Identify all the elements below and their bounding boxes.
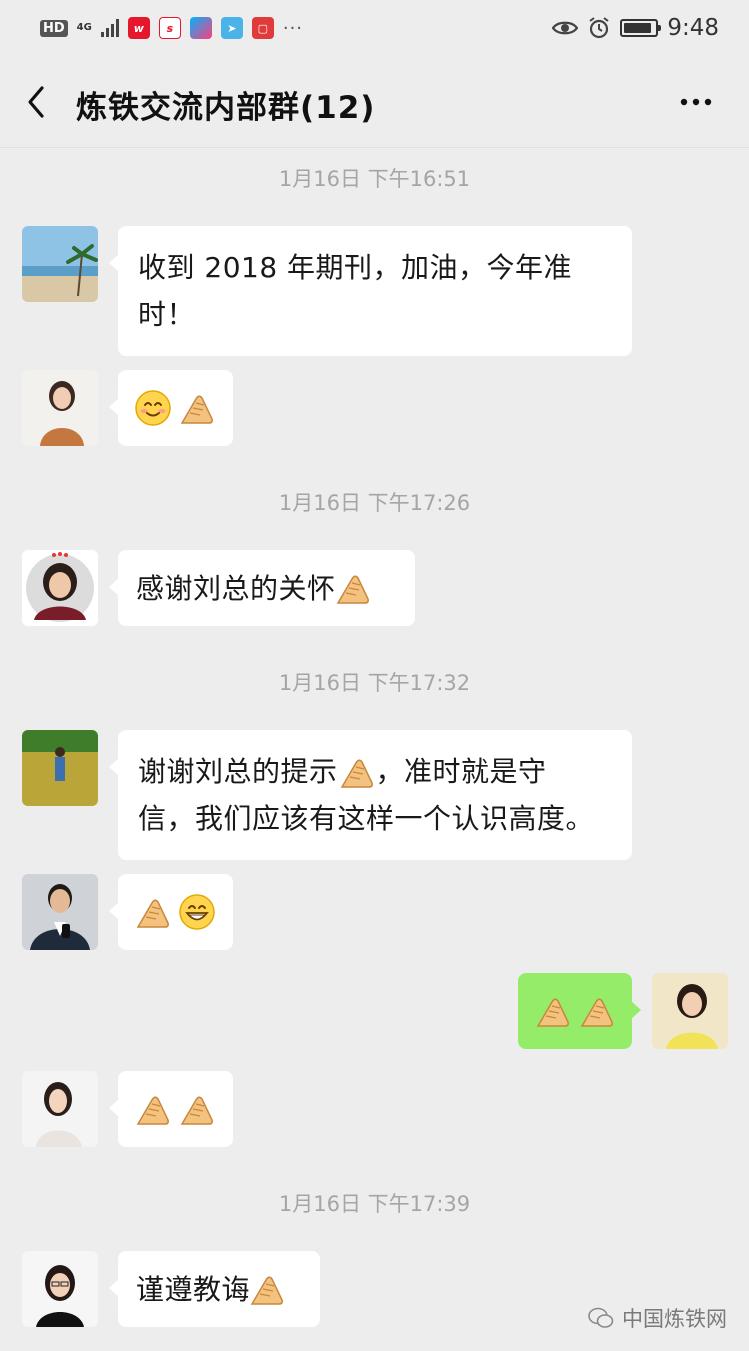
eye-comfort-icon: [552, 21, 579, 35]
more-options-icon[interactable]: [676, 86, 716, 118]
message-text: 谨遵教诲: [136, 1272, 251, 1306]
emoji-line: [134, 1089, 217, 1129]
battery-icon: [620, 19, 662, 37]
my-message-bubble[interactable]: [518, 973, 641, 1049]
youku-icon: [189, 17, 212, 39]
message-bubble[interactable]: 谢谢刘总的提示 ，准时就是守 信，我们应该有这样一个认识高度。: [109, 730, 632, 860]
man-avatar[interactable]: [22, 874, 98, 950]
smile-emoji: [135, 390, 171, 426]
message-bubble[interactable]: 谨遵教诲: [109, 1251, 320, 1327]
status-bar: HD 4G w s ➤ ▢ ··· 9:48: [0, 0, 749, 56]
emoji-line: [134, 892, 217, 932]
message-text: 感谢刘总的关怀: [136, 571, 336, 605]
sina-weibo-icon: w: [127, 17, 150, 39]
watermark-text: 中国炼铁网: [622, 1307, 727, 1331]
signal-icon: [100, 19, 119, 37]
clock-time: 9:48: [667, 15, 719, 41]
message-text: ，准时就是守: [375, 755, 547, 788]
pointing-hand-emoji: [180, 1096, 213, 1125]
message-bubble[interactable]: [109, 1071, 233, 1147]
message-bubble[interactable]: [109, 370, 233, 446]
pointing-hand-emoji: [340, 759, 373, 788]
wechat-logo-icon: [588, 1307, 614, 1328]
emoji-line: [134, 388, 217, 428]
chat-title: 炼铁交流内部群(12): [76, 90, 376, 126]
message-text: 谢谢刘总的提示: [138, 755, 338, 788]
sina-app-icon: s: [158, 17, 181, 39]
pointing-hand-emoji: [180, 395, 213, 424]
message-text-line: 信，我们应该有这样一个认识高度。: [138, 802, 595, 835]
pointing-hand-emoji: [336, 575, 369, 604]
paper-plane-icon: ➤: [220, 17, 243, 39]
message-text-line: 时！: [138, 298, 196, 331]
pointing-hand-emoji: [136, 899, 169, 928]
timestamp: 1月16日 下午16:51: [278, 167, 471, 191]
news-app-icon: ▢: [251, 17, 274, 39]
hd-badge: HD: [40, 19, 68, 37]
message-bubble[interactable]: [109, 874, 233, 950]
pointing-hand-emoji: [250, 1276, 283, 1305]
grin-emoji: [179, 894, 215, 930]
timestamp: 1月16日 下午17:32: [278, 671, 471, 695]
field-avatar[interactable]: [22, 730, 98, 806]
self-avatar[interactable]: [652, 973, 728, 1049]
pointing-hand-emoji: [580, 998, 613, 1027]
woman-avatar-3[interactable]: [22, 1071, 98, 1147]
woman-avatar-4[interactable]: [22, 1251, 98, 1327]
pointing-hand-emoji: [136, 1096, 169, 1125]
message-line: 感谢刘总的关怀: [136, 568, 397, 608]
timestamp: 1月16日 下午17:26: [278, 491, 471, 515]
wechat-group-chat-screen: HD 4G w s ➤ ▢ ··· 9:48 炼铁交流内部群(12) 1月16日…: [0, 0, 749, 1351]
message-bubble[interactable]: 收到 2018 年期刊，加油，今年准 时！: [109, 226, 632, 356]
message-bubble[interactable]: 感谢刘总的关怀: [109, 550, 415, 626]
message-line: 谨遵教诲: [136, 1269, 302, 1309]
message-text-line: 收到 2018 年期刊，加油，今年准: [138, 251, 573, 284]
network-type: 4G: [76, 22, 92, 33]
emoji-line: [534, 991, 616, 1031]
watermark: 中国炼铁网: [588, 1303, 727, 1333]
woman-avatar-2[interactable]: [22, 550, 98, 626]
status-bar-right: 9:48: [552, 15, 719, 41]
more-notifications-icon: ···: [282, 17, 304, 39]
alarm-icon: [589, 17, 609, 39]
message-line: 谢谢刘总的提示 ，准时就是守: [138, 748, 612, 795]
chat-header: 炼铁交流内部群(12): [0, 56, 749, 148]
beach-avatar[interactable]: [22, 226, 98, 302]
back-arrow-icon[interactable]: [22, 84, 54, 120]
timestamp: 1月16日 下午17:39: [278, 1192, 471, 1216]
pointing-hand-emoji: [536, 998, 569, 1027]
woman-avatar-1[interactable]: [22, 370, 98, 446]
status-bar-left: HD 4G w s ➤ ▢ ···: [40, 17, 303, 39]
